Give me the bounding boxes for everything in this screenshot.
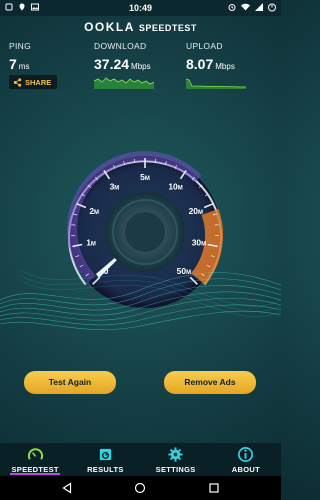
share-icon [13,77,22,87]
tab-speedtest[interactable]: SPEEDTEST [0,443,70,476]
app-logo: OOKLA SPEEDTEST [0,20,281,34]
product-name: SPEEDTEST [138,23,197,33]
wifi-icon [241,3,250,11]
results-icon [99,448,112,461]
wave-decoration [0,269,281,330]
tab-results[interactable]: RESULTS [70,443,140,476]
ping-label: PING [9,41,31,51]
ping-value: 7 ms [9,56,30,72]
tab-speedtest-label: SPEEDTEST [11,465,59,474]
tab-about-label: ABOUT [231,465,260,474]
battery-icon [268,3,276,12]
tab-settings-label: SETTINGS [155,465,196,474]
upload-value: 8.07 Mbps [186,56,235,72]
download-label: DOWNLOAD [94,41,147,51]
alarm-icon [228,4,236,11]
share-label: SHARE [25,77,52,87]
brand-name: OOKLA [84,20,135,34]
download-value: 37.24 Mbps [94,56,151,72]
upload-sparkline [186,78,246,89]
bottom-tab-bar: SPEEDTEST RESULTS SETTINGS ABOUT [0,443,281,476]
download-sparkline [94,77,154,89]
remove-ads-button[interactable]: Remove Ads [164,371,256,394]
back-icon[interactable] [61,482,73,494]
share-button[interactable]: SHARE [9,75,57,89]
tab-results-label: RESULTS [87,465,124,474]
gear-icon [168,447,183,462]
status-bar: 10:49 [0,0,281,16]
info-icon [238,447,254,462]
signal-icon [255,3,263,11]
system-nav-bar [0,476,281,500]
tab-about[interactable]: ABOUT [211,443,281,476]
test-again-button[interactable]: Test Again [24,371,116,394]
recents-icon[interactable] [208,482,220,494]
home-icon[interactable] [134,482,146,494]
upload-label: UPLOAD [186,41,223,51]
tab-settings[interactable]: SETTINGS [141,443,211,476]
speedometer-icon [27,448,43,460]
